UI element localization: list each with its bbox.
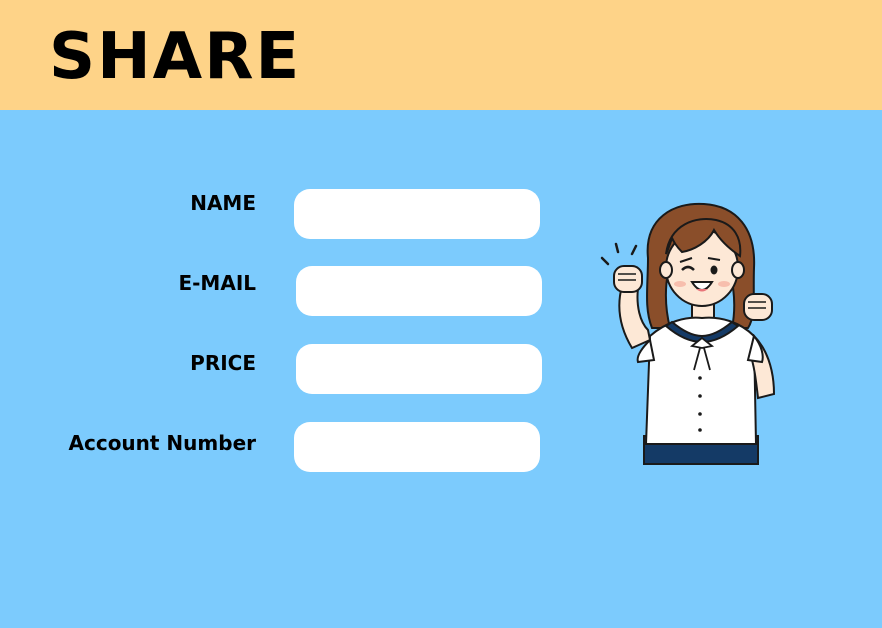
price-label: PRICE xyxy=(190,351,256,375)
email-label: E-MAIL xyxy=(178,271,256,295)
account-number-input[interactable] xyxy=(294,422,540,472)
account-number-label: Account Number xyxy=(68,431,257,455)
email-input[interactable] xyxy=(296,266,542,316)
name-label: NAME xyxy=(190,191,256,215)
cheering-girl-illustration xyxy=(596,198,786,466)
header-bar: SHARE xyxy=(0,0,882,110)
name-input[interactable] xyxy=(294,189,540,239)
price-input[interactable] xyxy=(296,344,542,394)
page-title: SHARE xyxy=(49,20,302,94)
